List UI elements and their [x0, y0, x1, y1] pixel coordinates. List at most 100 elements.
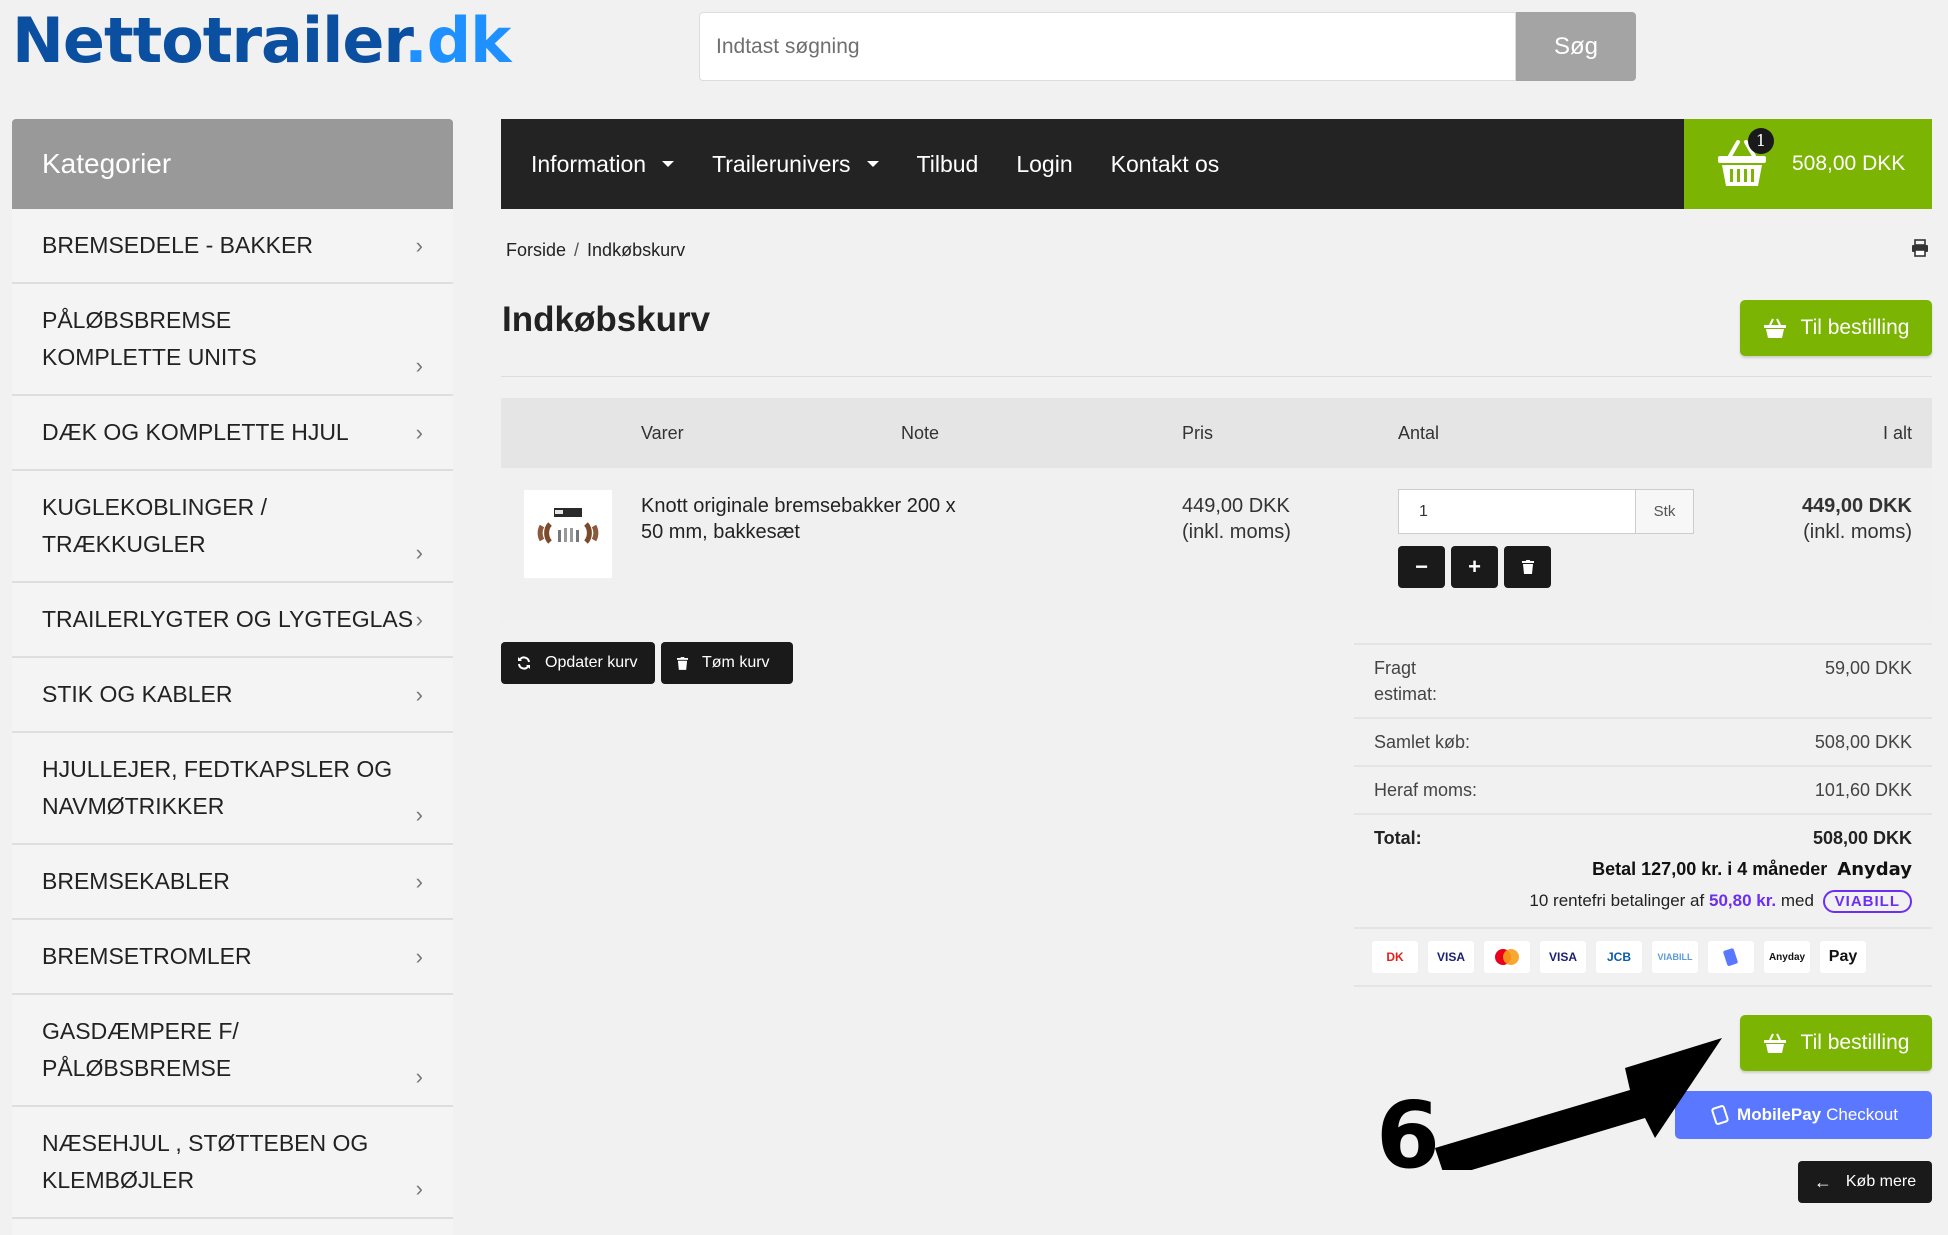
nav-item-label: Trailerunivers: [712, 150, 851, 177]
empty-cart-label: Tøm kurv: [702, 654, 770, 671]
line-total: 449,00 DKK (inkl. moms): [1802, 493, 1912, 545]
site-logo[interactable]: Nettotrailer.dk: [12, 10, 511, 72]
update-cart-button[interactable]: Opdater kurv: [501, 642, 655, 684]
cart-table: Varer Note Pris Antal I alt Knott origin…: [501, 398, 1932, 621]
caret-down-icon: [662, 161, 675, 167]
chevron-right-icon: ›: [415, 607, 423, 632]
category-item-bremsedele-bakker[interactable]: BREMSEDELE - BAKKER ›: [12, 209, 453, 284]
checkout-button-bottom[interactable]: Til bestilling: [1740, 1015, 1932, 1071]
order-summary: Fragt estimat: 59,00 DKK Samlet køb: 508…: [1354, 643, 1932, 987]
checkout-button-top[interactable]: Til bestilling: [1740, 300, 1932, 356]
logo-main-text: Nettotrailer: [12, 4, 405, 77]
nav-item-information[interactable]: Information: [531, 151, 675, 178]
category-item-label: HJULLEJER, FEDTKAPSLER OG NAVMØTRIKKER: [42, 756, 393, 819]
viabill-prefix: 10 rentefri betalinger af: [1529, 891, 1705, 910]
category-item-label: BREMSEKABLER: [42, 868, 230, 894]
page-title: Indkøbskurv: [502, 300, 711, 339]
summary-row-freight: Fragt estimat: 59,00 DKK: [1354, 643, 1932, 717]
basket-icon: [1763, 318, 1786, 338]
category-item-label: PÅLØBSBREMSE KOMPLETTE UNITS: [42, 307, 257, 370]
caret-down-icon: [866, 161, 879, 167]
column-header-qty: Antal: [1398, 423, 1440, 443]
category-item-label: BREMSEDELE - BAKKER: [42, 232, 313, 258]
print-icon[interactable]: [1911, 239, 1929, 262]
nav-item-kontakt[interactable]: Kontakt os: [1111, 151, 1220, 178]
category-item-label: STIK OG KABLER: [42, 681, 233, 707]
annotation-number: 6: [1376, 1082, 1441, 1189]
trash-icon: [677, 656, 688, 670]
line-total-vat-note: (inkl. moms): [1803, 521, 1912, 543]
breadcrumb: Forside / Indkøbskurv: [506, 240, 685, 261]
breadcrumb-separator: /: [574, 240, 580, 260]
payment-methods: DK VISA VISA JCB VIABILL Anyday Pay: [1354, 929, 1932, 987]
category-item-bremsekabler[interactable]: BREMSEKABLER ›: [12, 845, 453, 920]
decrease-quantity-button[interactable]: −: [1398, 546, 1445, 588]
viabill-mid: med: [1780, 891, 1814, 910]
visa-electron-icon: VISA: [1428, 941, 1474, 973]
dankort-icon: DK: [1372, 941, 1418, 973]
category-item-kuglekoblinger[interactable]: KUGLEKOBLINGER / TRÆKKUGLER ›: [12, 471, 453, 583]
jcb-icon: JCB: [1596, 941, 1642, 973]
category-item-label: DÆK OG KOMPLETTE HJUL: [42, 419, 349, 445]
summary-row-vat: Heraf moms: 101,60 DKK: [1354, 765, 1932, 813]
freight-label: Fragt estimat:: [1374, 658, 1438, 704]
search-button[interactable]: Søg: [1516, 12, 1636, 81]
quantity-input[interactable]: [1398, 489, 1636, 534]
vat-label: Heraf moms:: [1374, 780, 1478, 800]
chevron-right-icon: ›: [415, 353, 423, 378]
increase-quantity-button[interactable]: +: [1451, 546, 1498, 588]
category-item-gasdaempere[interactable]: GASDÆMPERE F/ PÅLØBSBREMSE ›: [12, 995, 453, 1107]
total-label: Total:: [1374, 828, 1422, 848]
category-item-palobsbremse-units[interactable]: PÅLØBSBREMSE KOMPLETTE UNITS ›: [12, 284, 453, 396]
anyday-icon: Anyday: [1764, 941, 1810, 973]
product-thumbnail[interactable]: [524, 490, 612, 578]
nav-item-label: Login: [1016, 150, 1073, 177]
continue-shopping-button[interactable]: ← Køb mere: [1798, 1161, 1932, 1203]
chevron-right-icon: ›: [415, 233, 423, 258]
category-item-naesehjul[interactable]: NÆSEHJUL , STØTTEBEN OG KLEMBØJLER ›: [12, 1107, 453, 1219]
minus-icon: −: [1415, 554, 1428, 579]
line-total-value: 449,00 DKK: [1801, 495, 1912, 517]
main-navbar: Information Trailerunivers Tilbud Login …: [501, 119, 1684, 209]
column-header-total: I alt: [1882, 423, 1912, 443]
chevron-right-icon: ›: [415, 802, 423, 827]
remove-item-button[interactable]: [1504, 546, 1551, 588]
cart-total: 508,00 DKK: [1792, 152, 1906, 175]
category-item-hjullejer[interactable]: HJULLEJER, FEDTKAPSLER OG NAVMØTRIKKER ›: [12, 733, 453, 845]
mastercard-icon: [1484, 941, 1530, 973]
search-input[interactable]: [699, 12, 1516, 81]
categories-list: BREMSEDELE - BAKKER › PÅLØBSBREMSE KOMPLE…: [12, 209, 453, 1235]
anyday-text: Betal 127,00 kr. i 4 måneder: [1592, 859, 1828, 879]
visa-icon: VISA: [1540, 941, 1586, 973]
nav-item-tilbud[interactable]: Tilbud: [917, 151, 979, 178]
category-item-daek-hjul[interactable]: DÆK OG KOMPLETTE HJUL ›: [12, 396, 453, 471]
category-item-stik-kabler[interactable]: STIK OG KABLER ›: [12, 658, 453, 733]
cart-widget[interactable]: 1 508,00 DKK: [1684, 119, 1932, 209]
vat-value: 101,60 DKK: [1814, 780, 1912, 800]
mobilepay-icon: [1708, 941, 1754, 973]
viabill-logo[interactable]: VIABILL: [1822, 890, 1912, 913]
empty-cart-button[interactable]: Tøm kurv: [661, 642, 793, 684]
checkout-button-label: Til bestilling: [1800, 1031, 1910, 1054]
nav-item-trailerunivers[interactable]: Trailerunivers: [712, 150, 879, 178]
category-item-label: TRAILERLYGTER OG LYGTEGLAS: [42, 606, 414, 632]
column-header-price: Pris: [1182, 423, 1213, 443]
basket-icon: [1763, 1033, 1786, 1053]
anyday-logo: Anyday: [1837, 859, 1912, 880]
category-item-bremsetromler[interactable]: BREMSETROMLER ›: [12, 920, 453, 995]
annotation-arrow-icon: [1435, 1038, 1722, 1170]
category-item-trailerlygter[interactable]: TRAILERLYGTER OG LYGTEGLAS ›: [12, 583, 453, 658]
continue-shopping-label: Køb mere: [1845, 1173, 1917, 1190]
nav-item-label: Tilbud: [916, 150, 979, 177]
cart-table-header: Varer Note Pris Antal I alt: [501, 398, 1932, 468]
product-name-link[interactable]: Knott originale bremsebakker 200 x 50 mm…: [641, 493, 961, 545]
subtotal-label: Samlet køb:: [1374, 732, 1471, 752]
product-price: 449,00 DKK (inkl. moms): [1182, 493, 1291, 545]
column-header-items: Varer: [641, 423, 684, 443]
cart-count-badge: 1: [1748, 128, 1774, 154]
applepay-icon: Pay: [1820, 941, 1866, 973]
nav-item-login[interactable]: Login: [1016, 151, 1072, 178]
chevron-right-icon: ›: [415, 1176, 423, 1201]
breadcrumb-home-link[interactable]: Forside: [506, 240, 566, 260]
nav-item-label: Kontakt os: [1110, 150, 1220, 177]
